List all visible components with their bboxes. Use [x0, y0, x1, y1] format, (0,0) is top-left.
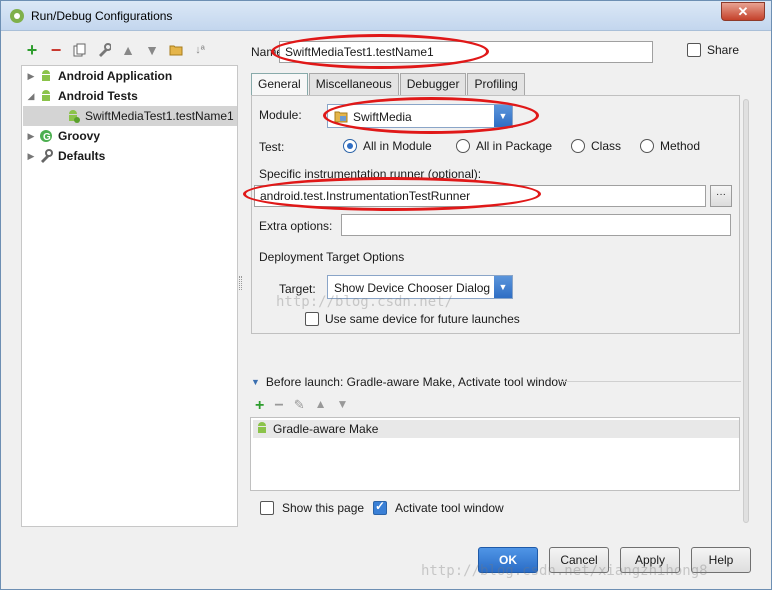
tree-item-android-application[interactable]: ▶ Android Application — [24, 66, 173, 86]
defaults-icon — [38, 148, 54, 164]
expand-arrow-icon[interactable]: ▶ — [24, 151, 38, 162]
scrollbar-thumb[interactable] — [743, 99, 749, 523]
android-studio-icon — [9, 8, 25, 24]
tree-item-groovy[interactable]: ▶ G Groovy — [24, 126, 100, 146]
tab-profiling[interactable]: Profiling — [467, 73, 525, 95]
copy-icon[interactable] — [71, 41, 89, 59]
list-item[interactable]: Gradle-aware Make — [253, 420, 739, 438]
deployment-heading: Deployment Target Options — [259, 250, 405, 264]
android-icon — [255, 421, 269, 438]
general-panel: Module: SwiftMedia ▼ Test: All in Module… — [251, 95, 740, 334]
close-button[interactable]: ✕ — [721, 2, 765, 21]
tree-item-swiftmediatest1[interactable]: SwiftMediaTest1.testName1 — [23, 106, 237, 126]
expand-arrow-icon[interactable]: ▶ — [24, 71, 38, 82]
android-icon — [38, 68, 54, 84]
module-icon — [334, 110, 348, 126]
runner-field[interactable]: android.test.InstrumentationTestRunner — [254, 185, 706, 207]
module-select[interactable]: SwiftMedia ▼ — [327, 104, 513, 128]
remove-icon[interactable]: − — [274, 397, 283, 415]
tab-miscellaneous[interactable]: Miscellaneous — [308, 73, 399, 95]
extra-options-label: Extra options: — [259, 219, 333, 233]
tab-debugger[interactable]: Debugger — [399, 73, 467, 95]
radio-button[interactable] — [571, 139, 585, 153]
divider — [561, 381, 741, 382]
radio-all-in-package[interactable]: All in Package — [456, 139, 552, 153]
tree-item-defaults[interactable]: ▶ Defaults — [24, 146, 105, 166]
dropdown-arrow-icon[interactable]: ▼ — [494, 276, 512, 298]
tree-item-label: Android Tests — [58, 89, 138, 103]
runner-label: Specific instrumentation runner (optiona… — [259, 167, 482, 181]
show-page-checkbox-box[interactable] — [260, 501, 274, 515]
show-page-label: Show this page — [282, 501, 365, 515]
extra-options-field[interactable] — [341, 214, 731, 236]
before-launch-list: Gradle-aware Make — [250, 417, 740, 491]
radio-class[interactable]: Class — [571, 139, 621, 153]
edit-defaults-icon[interactable] — [95, 41, 113, 59]
run-debug-dialog: Run/Debug Configurations ✕ + − ▲ ▼ ↓ª ▶ … — [0, 0, 772, 590]
name-field[interactable]: SwiftMediaTest1.testName1 — [279, 41, 653, 63]
tree-item-label: Android Application — [58, 69, 173, 83]
radio-all-in-module[interactable]: All in Module — [343, 139, 432, 153]
tab-strip: General Miscellaneous Debugger Profiling — [251, 73, 526, 96]
share-checkbox[interactable]: Share — [687, 43, 739, 57]
android-icon — [38, 88, 54, 104]
before-launch-label: Before launch: Gradle-aware Make, Activa… — [265, 375, 567, 389]
scrollbar[interactable] — [741, 97, 751, 525]
same-device-label: Use same device for future launches — [325, 312, 520, 326]
collapse-triangle-icon[interactable]: ▼ — [251, 377, 260, 387]
tree-item-label: Groovy — [58, 129, 101, 143]
radio-label: All in Package — [476, 139, 553, 153]
move-up-icon[interactable]: ▲ — [315, 397, 327, 415]
tree-item-label: SwiftMediaTest1.testName1 — [85, 109, 234, 123]
show-page-checkbox[interactable]: Show this page — [260, 501, 364, 515]
target-value: Show Device Chooser Dialog — [334, 281, 491, 295]
svg-text:G: G — [43, 132, 51, 143]
move-up-icon[interactable]: ▲ — [119, 41, 137, 59]
test-label: Test: — [259, 140, 285, 154]
folder-icon[interactable] — [167, 41, 185, 59]
android-test-icon — [65, 108, 81, 124]
radio-method[interactable]: Method — [640, 139, 700, 153]
same-device-checkbox-box[interactable] — [305, 312, 319, 326]
radio-button[interactable] — [456, 139, 470, 153]
expand-arrow-icon[interactable]: ▶ — [24, 131, 38, 142]
browse-button[interactable]: ··· — [710, 185, 732, 207]
share-checkbox-box[interactable] — [687, 43, 701, 57]
sort-icon[interactable]: ↓ª — [191, 41, 209, 59]
add-icon[interactable]: + — [255, 397, 264, 415]
activate-tool-window-checkbox[interactable]: Activate tool window — [373, 499, 504, 515]
window-title: Run/Debug Configurations — [31, 9, 173, 23]
module-label: Module: — [259, 108, 302, 122]
edit-icon[interactable]: ✎ — [294, 397, 305, 415]
collapse-arrow-icon[interactable]: ◢ — [24, 91, 38, 102]
radio-label: Class — [591, 139, 622, 153]
share-label: Share — [707, 43, 740, 57]
before-launch-header[interactable]: ▼ Before launch: Gradle-aware Make, Acti… — [251, 375, 567, 389]
groovy-icon: G — [38, 128, 54, 144]
splitter-handle[interactable] — [239, 276, 242, 290]
config-tree: ▶ Android Application ◢ Android Tests Sw… — [21, 65, 238, 527]
radio-label: All in Module — [363, 139, 432, 153]
activate-checkbox-box[interactable] — [373, 499, 387, 515]
dropdown-arrow-icon[interactable]: ▼ — [494, 105, 512, 127]
remove-icon[interactable]: − — [47, 40, 65, 60]
move-down-icon[interactable]: ▼ — [143, 41, 161, 59]
activate-label: Activate tool window — [395, 501, 504, 515]
same-device-checkbox[interactable]: Use same device for future launches — [305, 312, 520, 326]
radio-button[interactable] — [343, 139, 357, 153]
title-bar: Run/Debug Configurations ✕ — [1, 1, 771, 31]
add-icon[interactable]: + — [23, 40, 41, 60]
config-toolbar: + − ▲ ▼ ↓ª — [23, 40, 209, 61]
tab-general[interactable]: General — [251, 73, 308, 96]
tree-item-label: Defaults — [58, 149, 106, 163]
watermark-text-bottom: http://blog.csdn.net/xiangzhihong8 — [421, 563, 708, 579]
list-item-label: Gradle-aware Make — [273, 422, 379, 436]
radio-label: Method — [660, 139, 701, 153]
watermark-text: http://blog.csdn.net/ — [276, 294, 454, 310]
move-down-icon[interactable]: ▼ — [336, 397, 348, 415]
tree-item-android-tests[interactable]: ◢ Android Tests — [24, 86, 138, 106]
module-value: SwiftMedia — [353, 110, 412, 124]
before-launch-toolbar: + − ✎ ▲ ▼ — [255, 397, 348, 415]
radio-button[interactable] — [640, 139, 654, 153]
